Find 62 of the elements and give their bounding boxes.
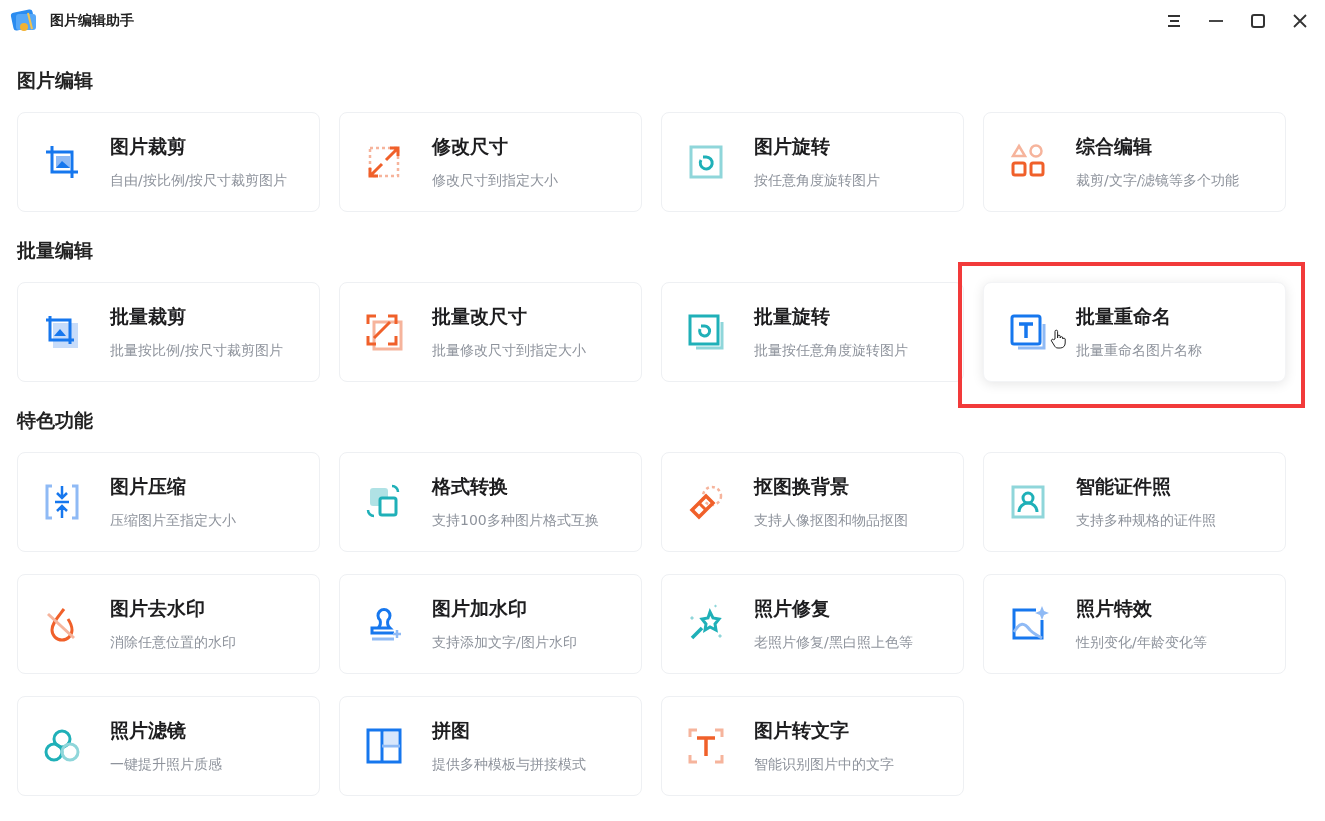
feature-card[interactable]: 格式转换 支持100多种图片格式互换 (339, 452, 642, 552)
feature-card[interactable]: 照片修复 老照片修复/黑白照上色等 (661, 574, 964, 674)
hand-cursor-icon (1050, 329, 1066, 349)
feature-title: 图片旋转 (754, 134, 830, 159)
feature-title: 综合编辑 (1076, 134, 1152, 159)
feature-description: 支持人像抠图和物品抠图 (754, 512, 908, 530)
feature-title: 格式转换 (432, 474, 508, 499)
feature-card[interactable]: 批量旋转 批量按任意角度旋转图片 (661, 282, 964, 382)
feature-description: 支持多种规格的证件照 (1076, 512, 1216, 530)
feature-card[interactable]: 图片转文字 智能识别图片中的文字 (661, 696, 964, 796)
feature-title: 批量改尺寸 (432, 304, 527, 329)
feature-card[interactable]: 图片裁剪 自由/按比例/按尺寸裁剪图片 (17, 112, 320, 212)
feature-title: 智能证件照 (1076, 474, 1171, 499)
feature-description: 老照片修复/黑白照上色等 (754, 634, 913, 652)
feature-title: 图片裁剪 (110, 134, 186, 159)
window-title: 图片编辑助手 (50, 12, 135, 30)
feature-card[interactable]: 抠图换背景 支持人像抠图和物品抠图 (661, 452, 964, 552)
feature-description: 批量修改尺寸到指定大小 (432, 342, 586, 360)
feature-title: 图片去水印 (110, 596, 205, 621)
feature-title: 图片加水印 (432, 596, 527, 621)
section-heading: 图片编辑 (17, 68, 94, 93)
feature-card[interactable]: 照片特效 性别变化/年龄变化等 (983, 574, 1286, 674)
feature-card[interactable]: 智能证件照 支持多种规格的证件照 (983, 452, 1286, 552)
feature-card[interactable]: 图片压缩 压缩图片至指定大小 (17, 452, 320, 552)
feature-card[interactable]: 批量改尺寸 批量修改尺寸到指定大小 (339, 282, 642, 382)
feature-description: 裁剪/文字/滤镜等多个功能 (1076, 172, 1240, 190)
feature-card[interactable]: 照片滤镜 一键提升照片质感 (17, 696, 320, 796)
feature-title: 批量旋转 (754, 304, 830, 329)
feature-card[interactable]: 图片去水印 消除任意位置的水印 (17, 574, 320, 674)
feature-card[interactable]: 修改尺寸 修改尺寸到指定大小 (339, 112, 642, 212)
section-heading: 特色功能 (17, 408, 94, 433)
feature-description: 按任意角度旋转图片 (754, 172, 880, 190)
feature-card[interactable]: 批量裁剪 批量按比例/按尺寸裁剪图片 (17, 282, 320, 382)
feature-description: 智能识别图片中的文字 (754, 756, 894, 774)
feature-title: 照片滤镜 (110, 718, 186, 743)
feature-title: 修改尺寸 (432, 134, 508, 159)
feature-title: 抠图换背景 (754, 474, 849, 499)
feature-description: 批量按比例/按尺寸裁剪图片 (110, 342, 283, 360)
feature-card[interactable]: 综合编辑 裁剪/文字/滤镜等多个功能 (983, 112, 1286, 212)
feature-card[interactable]: 批量重命名 批量重命名图片名称 (983, 282, 1286, 382)
feature-description: 批量重命名图片名称 (1076, 342, 1202, 360)
feature-description: 修改尺寸到指定大小 (432, 172, 558, 190)
feature-card[interactable]: 图片加水印 支持添加文字/图片水印 (339, 574, 642, 674)
feature-description: 提供多种模板与拼接模式 (432, 756, 586, 774)
feature-description: 自由/按比例/按尺寸裁剪图片 (110, 172, 288, 190)
feature-description: 消除任意位置的水印 (110, 634, 236, 652)
feature-card[interactable]: 图片旋转 按任意角度旋转图片 (661, 112, 964, 212)
feature-description: 压缩图片至指定大小 (110, 512, 236, 530)
feature-description: 批量按任意角度旋转图片 (754, 342, 908, 360)
feature-description: 一键提升照片质感 (110, 756, 222, 774)
feature-description: 支持添加文字/图片水印 (432, 634, 577, 652)
feature-description: 性别变化/年龄变化等 (1076, 634, 1207, 652)
feature-title: 照片特效 (1076, 596, 1152, 621)
feature-title: 照片修复 (754, 596, 830, 621)
section-heading: 批量编辑 (17, 238, 94, 263)
feature-title: 图片转文字 (754, 718, 849, 743)
feature-title: 批量裁剪 (110, 304, 186, 329)
feature-title: 批量重命名 (1076, 304, 1171, 329)
feature-description: 支持100多种图片格式互换 (432, 512, 599, 530)
feature-title: 拼图 (432, 718, 470, 743)
feature-title: 图片压缩 (110, 474, 186, 499)
feature-card[interactable]: 拼图 提供多种模板与拼接模式 (339, 696, 642, 796)
